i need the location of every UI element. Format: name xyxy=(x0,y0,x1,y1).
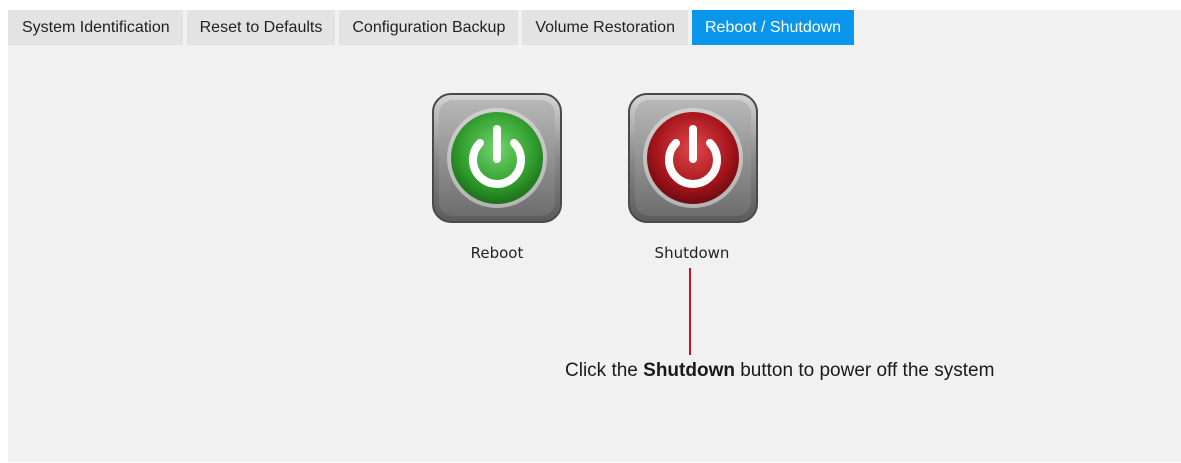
shutdown-label: Shutdown xyxy=(654,244,730,262)
callout-line xyxy=(689,268,691,355)
tab-volume-restoration[interactable]: Volume Restoration xyxy=(522,10,688,45)
tab-configuration-backup[interactable]: Configuration Backup xyxy=(339,10,519,45)
power-icon xyxy=(432,93,562,223)
callout-prefix: Click the xyxy=(565,360,644,381)
callout-emphasis: Shutdown xyxy=(643,360,735,381)
shutdown-button[interactable] xyxy=(628,93,758,223)
tab-system-identification[interactable]: System Identification xyxy=(8,10,183,45)
tab-bar: System Identification Reset to Defaults … xyxy=(8,10,855,45)
callout-suffix: button to power off the system xyxy=(734,360,995,381)
callout-text: Click the Shutdown button to power off t… xyxy=(565,360,994,382)
tab-reset-to-defaults[interactable]: Reset to Defaults xyxy=(186,10,336,45)
power-icon xyxy=(628,93,758,223)
tab-reboot-shutdown[interactable]: Reboot / Shutdown xyxy=(691,10,855,45)
reboot-label: Reboot xyxy=(470,244,524,262)
reboot-button[interactable] xyxy=(432,93,562,223)
settings-panel: System Identification Reset to Defaults … xyxy=(8,10,1181,462)
